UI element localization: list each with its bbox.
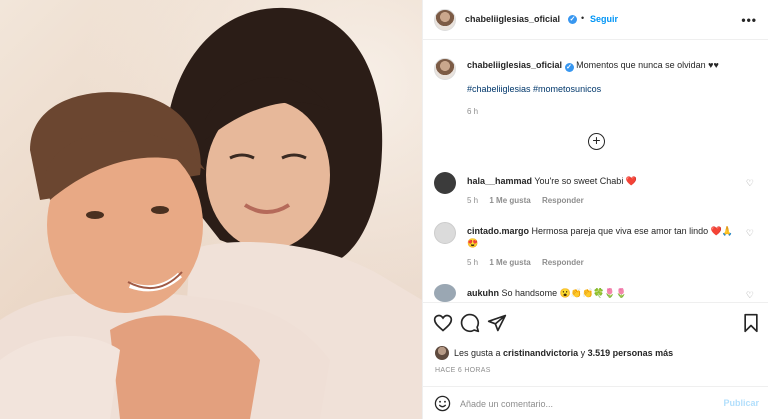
share-icon[interactable] bbox=[487, 313, 507, 333]
comment-body: aukuhn So handsome 😮👏👏🍀🌷🌷 bbox=[467, 287, 737, 299]
reply-button[interactable]: Responder bbox=[542, 196, 584, 205]
comment-meta: 5 h 1 Me gusta Responder bbox=[467, 196, 593, 205]
likes-avatar[interactable] bbox=[435, 346, 449, 360]
comment-time: 5 h bbox=[467, 258, 479, 267]
separator-dot: • bbox=[581, 13, 585, 23]
reply-button[interactable]: Responder bbox=[542, 258, 584, 267]
likes-mid: y bbox=[578, 348, 588, 358]
add-comment-bar: Publicar bbox=[423, 386, 768, 419]
comment-username[interactable]: cintado.margo bbox=[467, 226, 529, 236]
comment-time: 5 h bbox=[467, 196, 479, 205]
comment-body: hala__hammad You're so sweet Chabi ❤️ bbox=[467, 175, 737, 187]
caption-hashtags[interactable]: #chabeliiglesias #mometosunicos bbox=[467, 84, 601, 94]
bookmark-icon[interactable] bbox=[741, 313, 761, 333]
caption: chabeliiglesias_oficial ✓ Momentos que n… bbox=[467, 59, 757, 72]
comment-item: hala__hammad You're so sweet Chabi ❤️ 5 … bbox=[434, 172, 764, 212]
caption-text: Momentos que nunca se olvidan ♥♥ bbox=[576, 60, 719, 70]
likes-count[interactable]: 3.519 personas más bbox=[588, 348, 674, 358]
comment-like-heart-icon[interactable]: ♡ bbox=[746, 228, 754, 239]
verified-badge-icon: ✓ bbox=[568, 15, 577, 24]
more-options-icon[interactable]: ••• bbox=[741, 13, 757, 27]
post-timestamp: HACE 6 HORAS bbox=[435, 367, 491, 374]
emoji-icon[interactable] bbox=[434, 395, 451, 412]
comment-username[interactable]: aukuhn bbox=[467, 288, 499, 298]
author-username[interactable]: chabeliiglesias_oficial bbox=[465, 14, 560, 24]
author-avatar[interactable] bbox=[434, 9, 456, 31]
comment-icon[interactable] bbox=[460, 313, 480, 333]
comment-avatar[interactable] bbox=[434, 172, 456, 194]
comment-body: cintado.margo Hermosa pareja que viva es… bbox=[467, 225, 737, 249]
follow-button[interactable]: Seguir bbox=[590, 14, 618, 24]
comment-item: aukuhn So handsome 😮👏👏🍀🌷🌷 ♡ bbox=[434, 284, 764, 302]
likes-user[interactable]: cristinandvictoria bbox=[503, 348, 578, 358]
likes-prefix: Les gusta a bbox=[454, 348, 504, 358]
comment-input[interactable] bbox=[460, 397, 710, 411]
comment-item: cintado.margo Hermosa pareja que viva es… bbox=[434, 222, 764, 272]
comment-like-heart-icon[interactable]: ♡ bbox=[746, 178, 754, 189]
heart-icon[interactable] bbox=[433, 313, 453, 333]
post-side-panel: chabeliiglesias_oficial ✓ • Seguir ••• c… bbox=[422, 0, 768, 419]
photo-couple-illustration bbox=[0, 7, 422, 419]
publish-button[interactable]: Publicar bbox=[723, 398, 759, 408]
caption-time: 6 h bbox=[467, 107, 479, 116]
post-actions: Les gusta a cristinandvictoria y 3.519 p… bbox=[423, 302, 768, 396]
comment-likes[interactable]: 1 Me gusta bbox=[489, 196, 530, 205]
comment-like-heart-icon[interactable]: ♡ bbox=[746, 290, 754, 301]
caption-username[interactable]: chabeliiglesias_oficial bbox=[467, 60, 562, 70]
comment-meta: 5 h 1 Me gusta Responder bbox=[467, 258, 593, 267]
comment-avatar[interactable] bbox=[434, 222, 456, 244]
comment-likes[interactable]: 1 Me gusta bbox=[489, 258, 530, 267]
post-header: chabeliiglesias_oficial ✓ • Seguir ••• bbox=[423, 0, 768, 40]
plus-circle-icon[interactable]: + bbox=[588, 133, 605, 150]
caption-avatar[interactable] bbox=[434, 58, 456, 80]
comment-text: So handsome 😮👏👏🍀🌷🌷 bbox=[501, 288, 627, 298]
comment-username[interactable]: hala__hammad bbox=[467, 176, 532, 186]
verified-badge-icon: ✓ bbox=[564, 63, 574, 72]
comment-avatar[interactable] bbox=[434, 284, 456, 302]
likes-text: Les gusta a cristinandvictoria y 3.519 p… bbox=[454, 348, 673, 358]
comment-text: You're so sweet Chabi ❤️ bbox=[534, 176, 638, 186]
post-photo[interactable] bbox=[0, 0, 422, 419]
